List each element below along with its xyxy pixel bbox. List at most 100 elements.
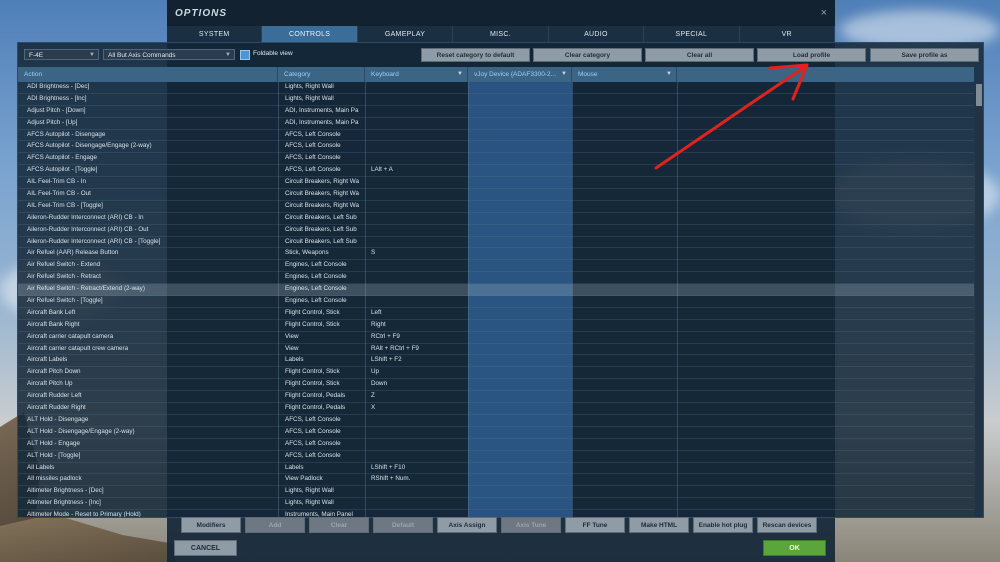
table-row[interactable]: Adjust Pitch - [Up] ADI, Instruments, Mai… (18, 118, 974, 130)
table-row[interactable]: ALT Hold - Disengage AFCS, Left Console (18, 415, 974, 427)
load-profile-button[interactable]: Load profile (757, 48, 866, 62)
modifiers-button[interactable]: Modifiers (181, 517, 241, 533)
table-row[interactable]: ALT Hold - Engage AFCS, Left Console (18, 439, 974, 451)
table-row[interactable]: Aircraft Pitch Down Flight Control, Stick… (18, 367, 974, 380)
tab-controls[interactable]: CONTROLS (262, 26, 358, 42)
table-row[interactable]: AIL Feel-Trim CB - [Toggle] Circuit Break… (18, 201, 974, 213)
keyboard-cell[interactable]: RAlt + RCtrl + F9 (371, 344, 466, 355)
table-row[interactable]: Air Refuel Switch - Retract/Extend (2-wa… (18, 284, 974, 297)
action-cell: All missiles padlock (27, 475, 82, 483)
keyboard-cell[interactable]: Down (371, 379, 466, 390)
table-row[interactable]: Aircraft Pitch Up Flight Control, Stick Do… (18, 379, 974, 392)
table-row[interactable]: Aircraft carrier catapult crew camera Vie… (18, 344, 974, 356)
keyboard-cell[interactable]: LShift + F2 (371, 355, 466, 366)
table-row[interactable]: Aircraft Labels Labels LShift + F2 (18, 355, 974, 368)
table-row[interactable]: Aileron-Rudder Interconnect (ARI) CB - I… (18, 213, 974, 225)
category-cell: Lights, Right Wall (285, 487, 334, 495)
keyboard-cell[interactable]: LAlt + A (371, 165, 466, 176)
column-header-action[interactable]: Action (18, 67, 278, 82)
table-row[interactable]: AFCS Autopilot - Disengage AFCS, Left Con… (18, 130, 974, 142)
rescan-devices-button[interactable]: Rescan devices (757, 517, 817, 533)
tab-audio[interactable]: AUDIO (549, 26, 645, 42)
controls-toolbar: F-4E ▼ All But Axis Commands ▼ Foldable … (18, 43, 983, 67)
column-header-category-label: Category (284, 71, 311, 78)
table-row[interactable]: Aileron-Rudder Interconnect (ARI) CB - O… (18, 225, 974, 237)
axis-assign-button[interactable]: Axis Assign (437, 517, 497, 533)
keyboard-cell[interactable]: X (371, 403, 466, 414)
keyboard-cell[interactable]: Z (371, 391, 466, 402)
tab-system[interactable]: SYSTEM (167, 26, 263, 42)
window-title: OPTIONS (175, 7, 228, 19)
column-header-vjoy[interactable]: vJoy Device {ADAF3300-2... ▼ (468, 67, 572, 82)
aircraft-select[interactable]: F-4E ▼ (24, 49, 99, 60)
column-header-category[interactable]: Category (278, 67, 365, 82)
keyboard-cell[interactable]: Up (371, 367, 466, 378)
keyboard-cell[interactable]: LShift + F10 (371, 463, 466, 474)
enable-hot-plug-button[interactable]: Enable hot plug (693, 517, 753, 533)
category-cell: Circuit Breakers, Left Sub (285, 237, 357, 245)
category-cell: Instruments, Main Panel (285, 511, 353, 517)
category-cell: AFCS, Left Console (285, 142, 341, 150)
keyboard-cell[interactable]: RCtrl + F9 (371, 332, 466, 343)
tab-bar: SYSTEM CONTROLS GAMEPLAY MISC. AUDIO SPE… (167, 26, 835, 43)
table-row[interactable]: Aircraft Bank Left Flight Control, Stick L… (18, 308, 974, 320)
category-cell: Flight Control, Stick (285, 380, 340, 388)
scrollbar-thumb[interactable] (976, 84, 982, 106)
save-profile-as-button[interactable]: Save profile as (870, 48, 979, 62)
action-cell: Altimeter Brightness - [Inc] (27, 499, 101, 507)
table-row[interactable]: ADI Brightness - [Inc] Lights, Right Wall (18, 94, 974, 106)
action-cell: ALT Hold - Disengage (27, 415, 89, 423)
clear-category-button[interactable]: Clear category (533, 48, 642, 62)
table-row[interactable]: ADI Brightness - [Dec] Lights, Right Wall (18, 82, 974, 94)
tab-special[interactable]: SPECIAL (644, 26, 740, 42)
table-row[interactable]: All missiles padlock View Padlock RShift +… (18, 474, 974, 487)
table-row[interactable]: All Labels Labels LShift + F10 (18, 463, 974, 475)
table-row[interactable]: Aircraft carrier catapult camera View RCtr… (18, 332, 974, 344)
clear-all-button[interactable]: Clear all (645, 48, 754, 62)
keyboard-cell[interactable]: S (371, 248, 466, 259)
table-row[interactable]: Aircraft Rudder Left Flight Control, Peda… (18, 391, 974, 404)
keyboard-cell[interactable]: RShift + Num. (371, 474, 466, 485)
table-row[interactable]: ALT Hold - Disengage/Engage (2-way) AFCS,… (18, 427, 974, 439)
keyboard-cell[interactable]: Right (371, 320, 466, 331)
column-header-keyboard[interactable]: Keyboard ▼ (365, 67, 468, 82)
column-header-action-label: Action (24, 71, 43, 78)
table-row[interactable]: Aircraft Rudder Right Flight Control, Ped… (18, 403, 974, 415)
column-header-mouse[interactable]: Mouse ▼ (572, 67, 677, 82)
table-row[interactable]: Adjust Pitch - [Down] ADI, Instruments, M… (18, 106, 974, 118)
tab-vr[interactable]: VR (740, 26, 835, 42)
table-row[interactable]: Air Refuel (AAR) Release Button Stick, We… (18, 248, 974, 261)
tab-gameplay[interactable]: GAMEPLAY (358, 26, 454, 42)
table-row[interactable]: Altimeter Brightness - [Inc] Lights, Righ… (18, 498, 974, 511)
category-cell: AFCS, Left Console (285, 154, 341, 162)
table-row[interactable]: AIL Feel-Trim CB - In Circuit Breakers, R… (18, 177, 974, 190)
action-cell: Aircraft Labels (27, 356, 68, 364)
add-button: Add (245, 517, 305, 533)
table-row[interactable]: AFCS Autopilot - [Toggle] AFCS, Left Cons… (18, 165, 974, 178)
table-row[interactable]: ALT Hold - [Toggle] AFCS, Left Console (18, 451, 974, 463)
ff-tune-button[interactable]: FF Tune (565, 517, 625, 533)
table-row[interactable]: Air Refuel Switch - Extend Engines, Left … (18, 260, 974, 273)
category-cell: ADI, Instruments, Main Pa (285, 106, 359, 114)
category-cell: Stick, Weapons (285, 249, 329, 257)
table-scrollbar[interactable] (975, 82, 983, 517)
table-row[interactable]: Air Refuel Switch - Retract Engines, Left… (18, 272, 974, 285)
table-row[interactable]: AIL Feel-Trim CB - Out Circuit Breakers, … (18, 189, 974, 201)
table-row[interactable]: Altimeter Mode - Reset to Primary (Hold)… (18, 510, 974, 517)
tab-misc[interactable]: MISC. (453, 26, 549, 42)
table-row[interactable]: Air Refuel Switch - [Toggle] Engines, Lef… (18, 296, 974, 308)
ok-button[interactable]: OK (763, 540, 826, 556)
table-row[interactable]: AFCS Autopilot - Disengage/Engage (2-way… (18, 141, 974, 154)
reset-category-button[interactable]: Reset category to default (421, 48, 530, 62)
category-filter-select[interactable]: All But Axis Commands ▼ (103, 49, 235, 60)
make-html-button[interactable]: Make HTML (629, 517, 689, 533)
table-row[interactable]: Aircraft Bank Right Flight Control, Stick… (18, 320, 974, 332)
cancel-button[interactable]: CANCEL (174, 540, 237, 556)
table-row[interactable]: AFCS Autopilot - Engage AFCS, Left Consol… (18, 153, 974, 166)
table-row[interactable]: Altimeter Brightness - [Dec] Lights, Righ… (18, 486, 974, 499)
close-icon[interactable]: × (821, 7, 827, 19)
keyboard-cell[interactable]: Left (371, 308, 466, 319)
category-cell: Lights, Right Wall (285, 499, 334, 507)
foldable-view-checkbox[interactable] (240, 50, 250, 60)
table-row[interactable]: Aileron-Rudder Interconnect (ARI) CB - [… (18, 237, 974, 249)
